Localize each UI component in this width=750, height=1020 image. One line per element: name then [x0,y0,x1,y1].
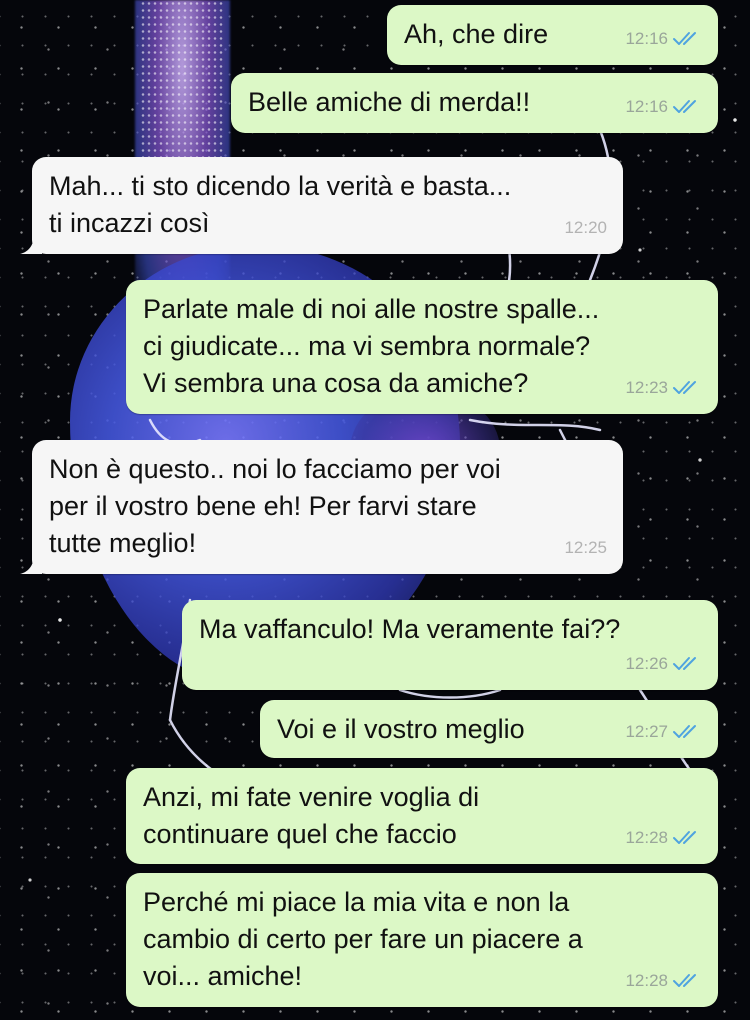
message-time: 12:27 [625,722,668,741]
message-meta: 12:16 [625,88,702,125]
message-meta: 12:25 [564,529,607,566]
message-time: 12:28 [625,971,668,990]
message-time: 12:16 [625,29,668,48]
message-meta: 12:28 [625,819,702,856]
read-double-check-icon [673,657,696,670]
message-text: Perché mi piace la mia vita e non la cam… [143,887,583,991]
read-double-check-icon [673,32,696,45]
message-meta: 12:26 [625,645,702,682]
message-bubble-outgoing[interactable]: Belle amiche di merda!! 12:16 [231,73,718,133]
message-text: Anzi, mi fate venire voglia di continuar… [143,782,480,849]
message-time: 12:26 [625,654,668,673]
message-time: 12:20 [564,218,607,237]
message-bubble-outgoing[interactable]: Voi e il vostro meglio 12:27 [260,700,718,758]
message-text: Parlate male di noi alle nostre spalle..… [143,294,600,398]
message-meta: 12:23 [625,369,702,406]
read-double-check-icon [673,100,696,113]
message-text: Mah... ti sto dicendo la verità e basta.… [49,171,512,238]
read-double-check-icon [673,725,696,738]
bubble-tail [20,234,42,254]
message-time: 12:25 [564,538,607,557]
message-bubble-incoming[interactable]: Mah... ti sto dicendo la verità e basta.… [20,157,623,254]
message-time: 12:23 [625,378,668,397]
message-meta: 12:28 [625,962,702,999]
message-text: Non è questo.. noi lo facciamo per voi p… [49,454,501,558]
message-meta: 12:20 [564,209,607,246]
message-text: Ma vaffanculo! Ma veramente fai?? [199,614,621,644]
read-double-check-icon [673,831,696,844]
message-bubble-outgoing[interactable]: Perché mi piace la mia vita e non la cam… [126,873,718,1007]
message-bubble-outgoing[interactable]: Parlate male di noi alle nostre spalle..… [126,280,718,414]
message-bubble-incoming[interactable]: Non è questo.. noi lo facciamo per voi p… [20,440,623,574]
message-time: 12:28 [625,828,668,847]
message-bubble-outgoing[interactable]: Ah, che dire 12:16 [387,5,718,65]
message-meta: 12:27 [625,713,702,750]
message-time: 12:16 [625,97,668,116]
message-bubble-outgoing[interactable]: Anzi, mi fate venire voglia di continuar… [126,768,718,864]
message-meta: 12:16 [625,20,702,57]
read-double-check-icon [673,381,696,394]
message-bubble-outgoing[interactable]: Ma vaffanculo! Ma veramente fai?? 12:26 [182,600,718,690]
bubble-tail [20,554,42,574]
chat-message-list[interactable]: Ah, che dire 12:16 Belle amiche di merda… [0,0,750,1020]
read-double-check-icon [673,974,696,987]
